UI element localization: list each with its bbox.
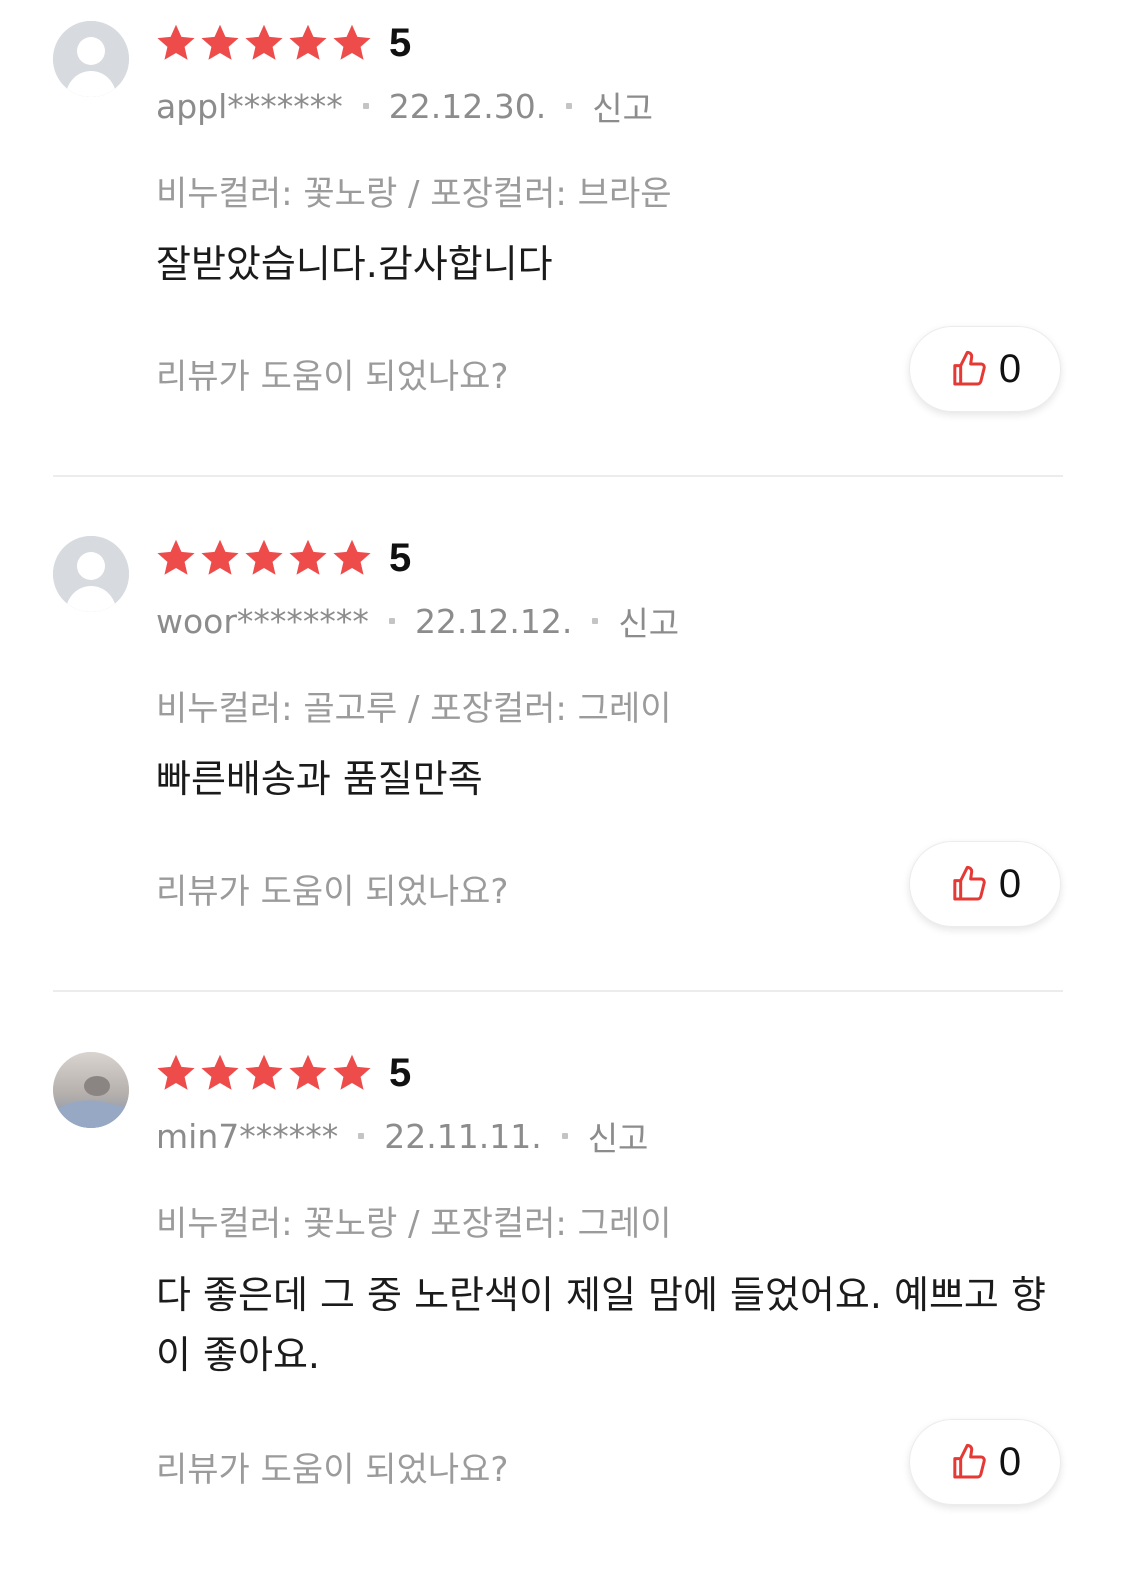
star-icon xyxy=(199,537,241,579)
thumbs-up-icon xyxy=(949,1442,989,1482)
separator-dot xyxy=(358,1133,365,1139)
reviewer-id: appl******* xyxy=(156,86,343,126)
report-link[interactable]: 신고 xyxy=(592,82,653,130)
divider xyxy=(53,475,1063,477)
separator-dot xyxy=(388,618,395,624)
star-icon xyxy=(287,22,329,64)
divider xyxy=(53,990,1063,992)
review-text: 빠른배송과 품질만족 xyxy=(156,757,483,801)
rating-score: 5 xyxy=(389,1050,412,1095)
rating-score: 5 xyxy=(389,535,412,580)
like-count: 0 xyxy=(998,346,1022,391)
review-date: 22.12.30. xyxy=(388,86,547,126)
default-avatar-icon xyxy=(53,536,129,612)
star-icon xyxy=(287,1052,329,1094)
helpful-question: 리뷰가 도움이 되었나요? xyxy=(156,872,509,912)
report-link[interactable]: 신고 xyxy=(588,1112,649,1160)
rating-stars xyxy=(155,22,373,64)
rating-row: 5 xyxy=(155,533,411,583)
default-avatar-icon xyxy=(53,21,129,97)
photo-avatar xyxy=(53,1052,129,1128)
star-icon xyxy=(199,1052,241,1094)
rating-stars xyxy=(155,1052,373,1094)
star-icon xyxy=(243,537,285,579)
review-date: 22.11.11. xyxy=(384,1116,542,1156)
like-count: 0 xyxy=(998,861,1022,906)
star-icon xyxy=(199,22,241,64)
rating-score: 5 xyxy=(389,20,412,65)
separator-dot xyxy=(566,103,573,109)
review-date: 22.12.12. xyxy=(414,601,573,641)
star-icon xyxy=(155,22,197,64)
star-icon xyxy=(155,537,197,579)
star-icon xyxy=(243,1052,285,1094)
star-icon xyxy=(331,1052,373,1094)
review-text: 다 좋은데 그 중 노란색이 제일 맘에 들었어요. 예쁘고 향이 좋아요. xyxy=(156,1273,1046,1377)
reviewer-id: min7****** xyxy=(156,1116,339,1156)
helpful-like-button[interactable]: 0 xyxy=(909,1419,1061,1505)
helpful-question: 리뷰가 도움이 되었나요? xyxy=(156,357,509,397)
purchase-option: 비누컬러: 꽃노랑 / 포장컬러: 브라운 xyxy=(156,174,672,214)
star-icon xyxy=(243,22,285,64)
star-icon xyxy=(331,537,373,579)
star-icon xyxy=(155,1052,197,1094)
purchase-option: 비누컬러: 골고루 / 포장컬러: 그레이 xyxy=(156,689,672,729)
star-icon xyxy=(331,22,373,64)
purchase-option: 비누컬러: 꽃노랑 / 포장컬러: 그레이 xyxy=(156,1204,672,1244)
rating-row: 5 xyxy=(155,1048,411,1098)
review-meta: min7****** 22.11.11. 신고 xyxy=(156,1112,648,1160)
helpful-like-button[interactable]: 0 xyxy=(909,326,1061,412)
rating-stars xyxy=(155,537,373,579)
rating-row: 5 xyxy=(155,18,411,68)
separator-dot xyxy=(561,1133,568,1139)
thumbs-up-icon xyxy=(949,349,989,389)
review-text: 잘받았습니다.감사합니다 xyxy=(156,242,553,286)
thumbs-up-icon xyxy=(949,864,989,904)
review-meta: woor******** 22.12.12. 신고 xyxy=(156,597,679,645)
review-meta: appl******* 22.12.30. 신고 xyxy=(156,82,653,130)
star-icon xyxy=(287,537,329,579)
like-count: 0 xyxy=(998,1439,1022,1484)
reviewer-id: woor******** xyxy=(156,601,369,641)
helpful-like-button[interactable]: 0 xyxy=(909,841,1061,927)
report-link[interactable]: 신고 xyxy=(618,597,679,645)
separator-dot xyxy=(592,618,599,624)
separator-dot xyxy=(362,103,369,109)
helpful-question: 리뷰가 도움이 되었나요? xyxy=(156,1450,509,1490)
